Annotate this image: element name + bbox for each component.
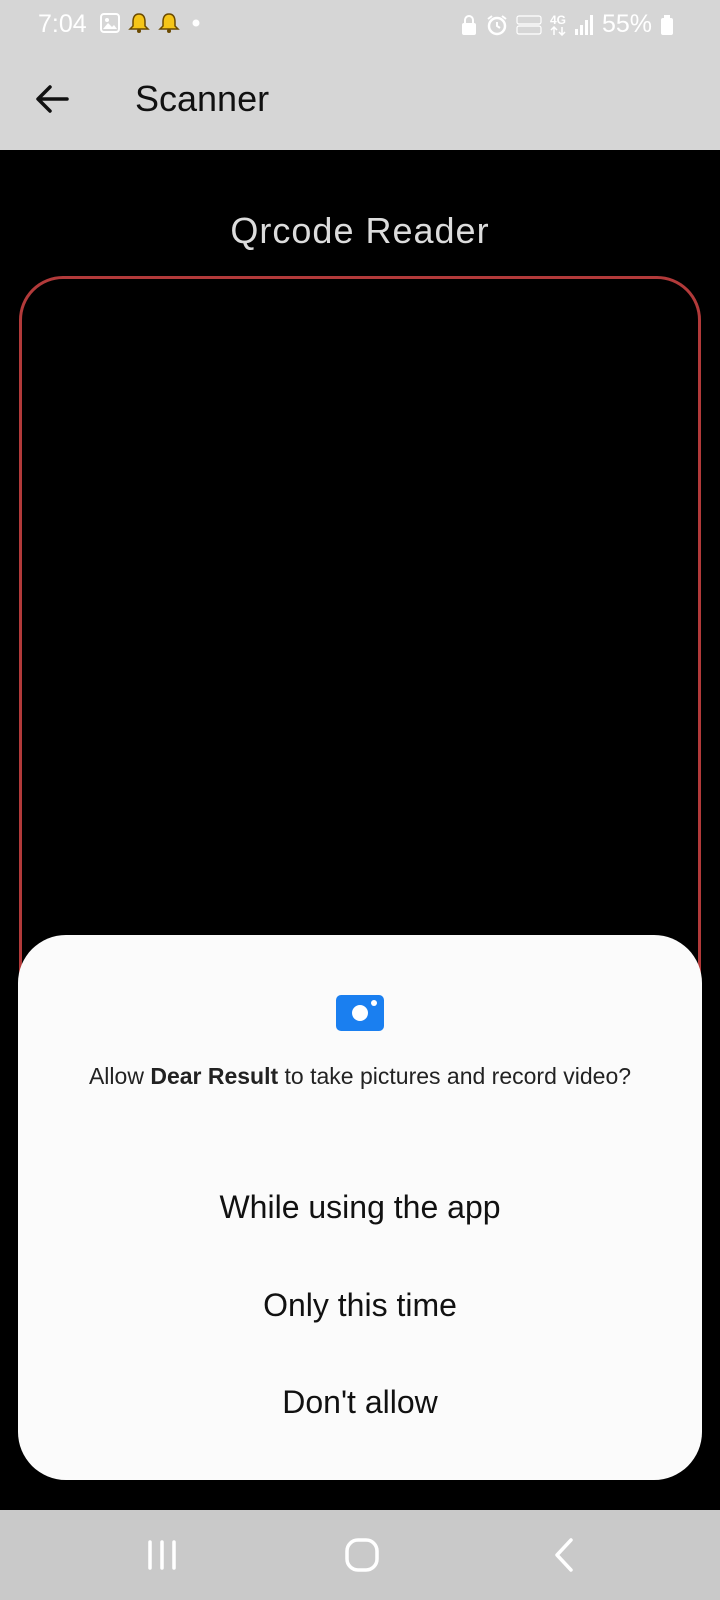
volte-icon [516, 14, 542, 36]
lock-icon [460, 14, 478, 36]
home-icon [345, 1538, 379, 1572]
qrcode-reader-title: Qrcode Reader [230, 210, 490, 251]
navigation-bar [0, 1510, 720, 1600]
permission-message: Allow Dear Result to take pictures and r… [58, 1061, 662, 1092]
app-bar: Scanner [0, 52, 720, 150]
signal-icon [574, 14, 594, 36]
system-status-icons: 4G 55% [460, 10, 674, 39]
bell-icon [128, 12, 150, 34]
recents-button[interactable] [132, 1530, 192, 1580]
status-time: 7:04 [38, 10, 87, 38]
only-this-time-button[interactable]: Only this time [18, 1265, 702, 1345]
recents-icon [148, 1540, 176, 1570]
back-button[interactable] [30, 77, 74, 121]
back-icon [555, 1538, 573, 1572]
battery-percent: 55% [601, 10, 652, 38]
status-bar: 7:04 4G 55% [0, 0, 720, 52]
app-name: Dear Result [150, 1063, 279, 1089]
permission-dialog: Allow Dear Result to take pictures and r… [18, 935, 702, 1480]
dot-icon [188, 15, 204, 31]
network-type-label: 4G [549, 12, 566, 27]
bell-icon [158, 12, 180, 34]
while-using-app-button[interactable]: While using the app [18, 1167, 702, 1247]
battery-icon [660, 14, 674, 36]
page-title: Scanner [135, 78, 270, 119]
alarm-icon [486, 14, 508, 36]
nav-back-button[interactable] [534, 1530, 594, 1580]
network-4g-icon: 4G [550, 14, 566, 36]
message-suffix: to take pictures and record video? [278, 1063, 632, 1089]
arrow-back-icon [36, 85, 69, 113]
gallery-icon [100, 13, 120, 33]
home-button[interactable] [332, 1530, 392, 1580]
notification-icons [100, 12, 204, 34]
message-prefix: Allow [88, 1063, 151, 1089]
dont-allow-button[interactable]: Don't allow [18, 1362, 702, 1442]
camera-icon [336, 995, 384, 1031]
